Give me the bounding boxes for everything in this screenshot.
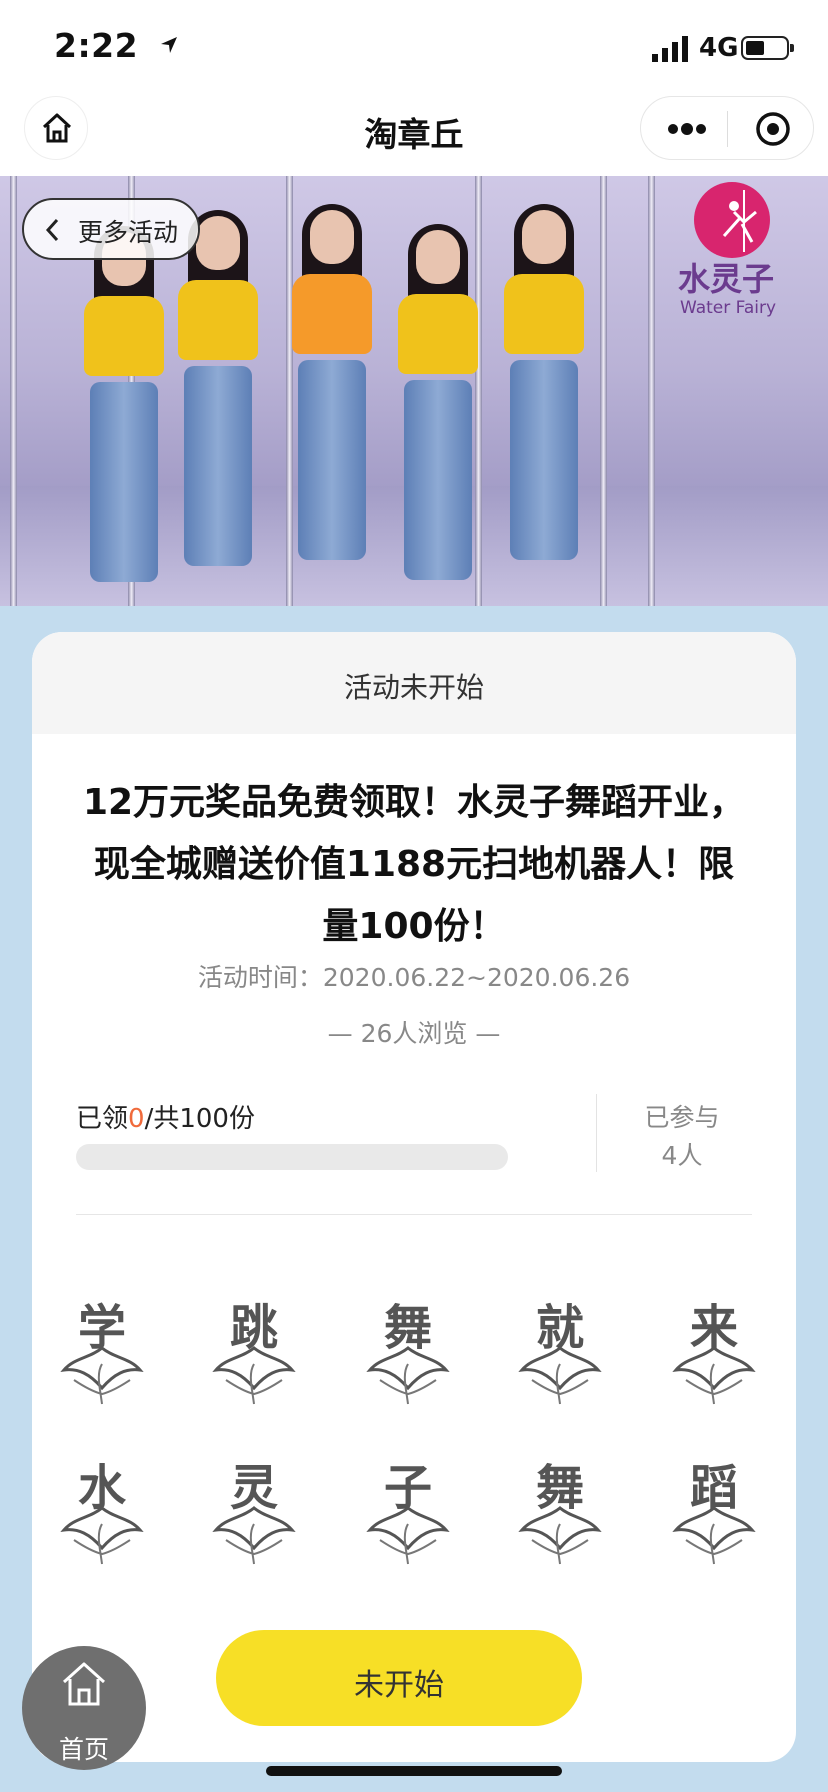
close-miniprogram-icon[interactable] <box>755 111 791 147</box>
home-label: 首页 <box>58 1735 109 1764</box>
lotus-icon <box>672 1346 756 1405</box>
character-card: 学 <box>54 1288 150 1408</box>
character-card: 来 <box>666 1288 762 1408</box>
home-indicator <box>266 1766 562 1776</box>
lotus-icon <box>366 1346 450 1405</box>
brand-name-cn: 水灵子 <box>678 260 775 298</box>
character-card: 舞 <box>360 1288 456 1408</box>
claimed-total: /共100份 <box>144 1104 255 1134</box>
joined-label: 已参与 <box>644 1103 720 1132</box>
character-card: 就 <box>512 1288 608 1408</box>
status-bar: 2:22 4G <box>0 0 828 88</box>
battery-icon <box>741 36 794 60</box>
lotus-icon <box>366 1506 450 1565</box>
signal-icon <box>652 36 688 62</box>
lotus-icon <box>60 1506 144 1565</box>
status-time: 2:22 <box>54 26 139 65</box>
activity-card: 活动未开始 12万元奖品免费领取！水灵子舞蹈开业，现全城赠送价值1188元扫地机… <box>32 632 796 1762</box>
home-float-button[interactable]: 首页 <box>22 1646 146 1770</box>
lotus-icon <box>672 1506 756 1565</box>
brand-name-en: Water Fairy <box>680 298 777 318</box>
lotus-icon <box>518 1506 602 1565</box>
character-card: 蹈 <box>666 1448 762 1568</box>
lotus-icon <box>518 1346 602 1405</box>
mini-program-capsule <box>640 96 814 160</box>
claim-progress-bar <box>76 1144 508 1170</box>
lotus-icon <box>60 1346 144 1405</box>
character-card: 灵 <box>206 1448 302 1568</box>
more-activities-button[interactable]: 更多活动 <box>22 198 200 260</box>
dancer-logo-icon <box>722 190 757 252</box>
joined-count: 4人 <box>661 1141 703 1170</box>
nav-bar: 淘章丘 <box>0 88 828 176</box>
home-icon <box>62 1662 106 1706</box>
not-started-label: 未开始 <box>354 1668 444 1703</box>
location-arrow-icon <box>161 37 177 53</box>
claimed-status: 已领0/共100份 <box>76 1098 255 1135</box>
lotus-icon <box>212 1346 296 1405</box>
character-card: 子 <box>360 1448 456 1568</box>
activity-status: 活动未开始 <box>343 671 484 704</box>
lotus-icon <box>212 1506 296 1565</box>
more-options-icon[interactable] <box>667 117 707 141</box>
more-activities-label: 更多活动 <box>78 218 179 247</box>
activity-time: 活动时间：2020.06.22~2020.06.26 <box>197 963 631 992</box>
claimed-count: 0 <box>128 1104 145 1134</box>
character-card: 舞 <box>512 1448 608 1568</box>
activity-title: 12万元奖品免费领取！水灵子舞蹈开业，现全城赠送价值1188元扫地机器人！限量1… <box>82 782 746 947</box>
network-type: 4G <box>699 33 739 63</box>
view-count: — 26人浏览 — <box>327 1019 501 1048</box>
activity-status-header: 活动未开始 <box>32 632 796 734</box>
character-card: 跳 <box>206 1288 302 1408</box>
banner-image: 更多活动 水灵子 Water Fairy <box>0 176 828 606</box>
chevron-left-icon <box>45 218 59 242</box>
not-started-button[interactable]: 未开始 <box>216 1630 582 1726</box>
claimed-prefix: 已领 <box>76 1104 129 1134</box>
character-card: 水 <box>54 1448 150 1568</box>
brand-logo: 水灵子 Water Fairy <box>676 182 806 332</box>
